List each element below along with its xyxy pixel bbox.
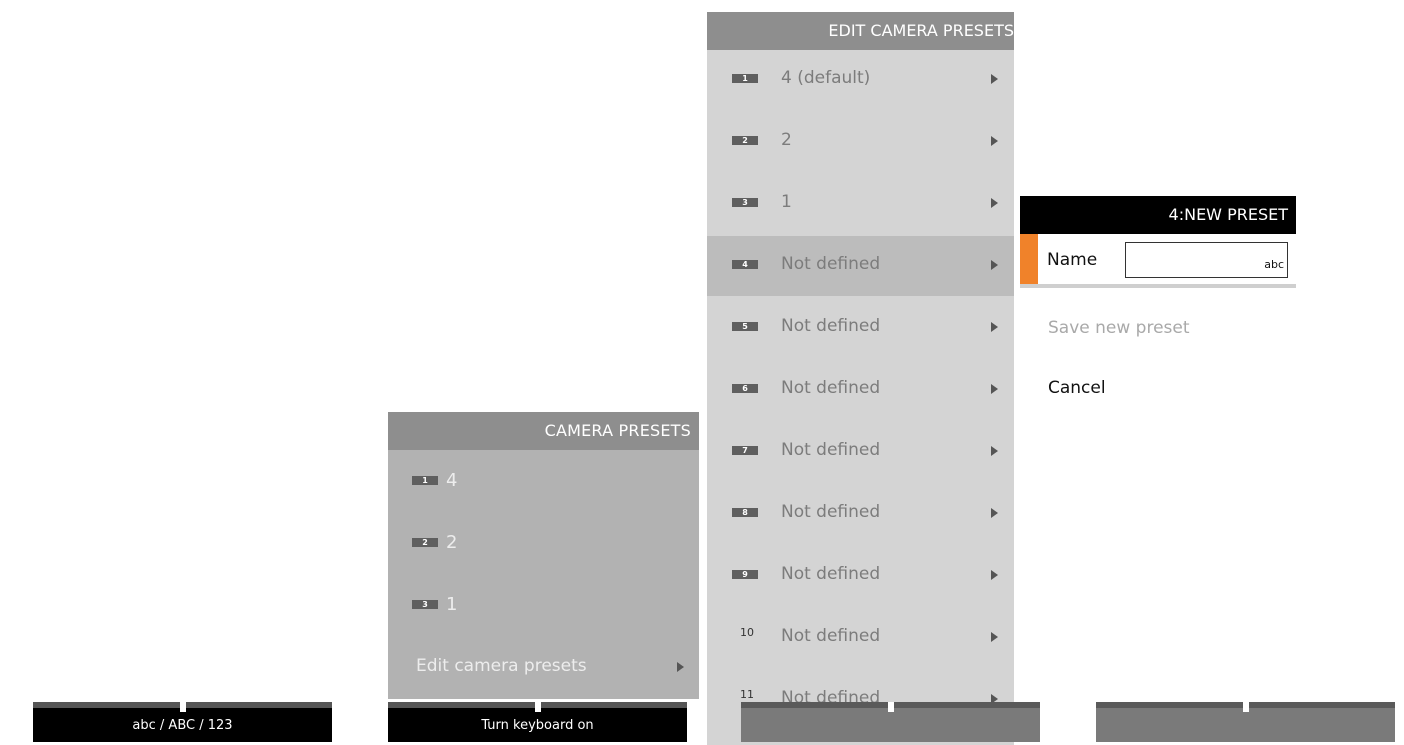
preset-label: Not defined <box>781 502 881 522</box>
preset-number-badge: 5 <box>732 322 758 331</box>
edit-camera-presets-item[interactable]: Edit camera presets <box>388 650 699 690</box>
preset-label: Not defined <box>781 564 881 584</box>
preset-number-badge: 6 <box>732 384 758 393</box>
preset-number-badge: 4 <box>732 260 758 269</box>
preset-number-badge: 8 <box>732 508 758 517</box>
chevron-right-icon <box>991 74 998 84</box>
input-mode-indicator: abc <box>1264 258 1284 271</box>
edit-preset-item[interactable]: 10 Not defined <box>707 608 1014 668</box>
edit-preset-item[interactable]: 7 Not defined <box>707 422 1014 482</box>
chevron-right-icon <box>991 260 998 270</box>
preset-label: Not defined <box>781 440 881 460</box>
softkey-input-mode[interactable]: abc / ABC / 123 <box>33 702 332 742</box>
preset-number-badge: 3 <box>732 198 758 207</box>
preset-label: 4 (default) <box>781 68 871 88</box>
name-row: Name abc <box>1020 234 1296 288</box>
softkey-marker <box>1242 702 1249 712</box>
camera-preset-item[interactable]: 3 1 <box>388 586 699 626</box>
preset-number-badge: 3 <box>412 600 438 609</box>
chevron-right-icon <box>991 446 998 456</box>
preset-label: 2 <box>446 532 458 553</box>
preset-label: 4 <box>446 470 458 491</box>
softkey-label: abc / ABC / 123 <box>132 718 233 733</box>
preset-number-badge: 9 <box>732 570 758 579</box>
preset-label: Not defined <box>781 254 881 274</box>
edit-preset-item[interactable]: 5 Not defined <box>707 298 1014 358</box>
new-preset-title: 4:NEW PRESET <box>1020 196 1296 234</box>
softkey-marker <box>887 702 894 712</box>
camera-preset-item[interactable]: 2 2 <box>388 524 699 564</box>
focus-indicator <box>1020 234 1038 284</box>
softkey-3[interactable] <box>741 702 1040 742</box>
camera-presets-title: CAMERA PRESETS <box>388 412 699 450</box>
chevron-right-icon <box>991 384 998 394</box>
chevron-right-icon <box>991 322 998 332</box>
save-new-preset-button[interactable]: Save new preset <box>1048 318 1190 338</box>
preset-number-label: 10 <box>740 626 754 639</box>
camera-presets-panel: CAMERA PRESETS 1 4 2 2 3 1 Edit camera p… <box>388 412 699 699</box>
screen: CAMERA PRESETS 1 4 2 2 3 1 Edit camera p… <box>0 0 1404 745</box>
chevron-right-icon <box>991 136 998 146</box>
preset-label: 2 <box>781 130 792 150</box>
edit-preset-item[interactable]: 3 1 <box>707 174 1014 234</box>
preset-number-badge: 2 <box>412 538 438 547</box>
name-input[interactable]: abc <box>1125 242 1288 278</box>
softkey-marker <box>179 702 186 712</box>
preset-number-badge: 2 <box>732 136 758 145</box>
edit-preset-item[interactable]: 1 4 (default) <box>707 50 1014 110</box>
softkey-keyboard[interactable]: Turn keyboard on <box>388 702 687 742</box>
chevron-right-icon <box>991 198 998 208</box>
preset-label: Not defined <box>781 316 881 336</box>
edit-preset-item[interactable]: 8 Not defined <box>707 484 1014 544</box>
softkey-label: Turn keyboard on <box>481 718 594 733</box>
preset-number-badge: 1 <box>412 476 438 485</box>
softkey-marker <box>534 702 541 712</box>
edit-camera-presets-label: Edit camera presets <box>416 656 587 676</box>
preset-number-label: 11 <box>740 688 754 701</box>
preset-label: 1 <box>446 594 458 615</box>
edit-preset-item[interactable]: 9 Not defined <box>707 546 1014 606</box>
chevron-right-icon <box>991 570 998 580</box>
preset-number-badge: 7 <box>732 446 758 455</box>
edit-preset-item-selected[interactable]: 4 Not defined <box>707 236 1014 296</box>
edit-camera-presets-title: EDIT CAMERA PRESETS <box>707 12 1014 50</box>
preset-label: Not defined <box>781 378 881 398</box>
edit-preset-item[interactable]: 2 2 <box>707 112 1014 172</box>
cancel-button[interactable]: Cancel <box>1048 378 1106 398</box>
edit-camera-presets-panel: EDIT CAMERA PRESETS 1 4 (default) 2 2 3 … <box>707 12 1014 745</box>
camera-preset-item[interactable]: 1 4 <box>388 462 699 502</box>
edit-preset-item[interactable]: 6 Not defined <box>707 360 1014 420</box>
name-label: Name <box>1047 250 1098 270</box>
chevron-right-icon <box>991 632 998 642</box>
chevron-right-icon <box>677 662 684 672</box>
preset-number-badge: 1 <box>732 74 758 83</box>
preset-label: Not defined <box>781 626 881 646</box>
chevron-right-icon <box>991 508 998 518</box>
softkey-4[interactable] <box>1096 702 1395 742</box>
preset-label: 1 <box>781 192 792 212</box>
